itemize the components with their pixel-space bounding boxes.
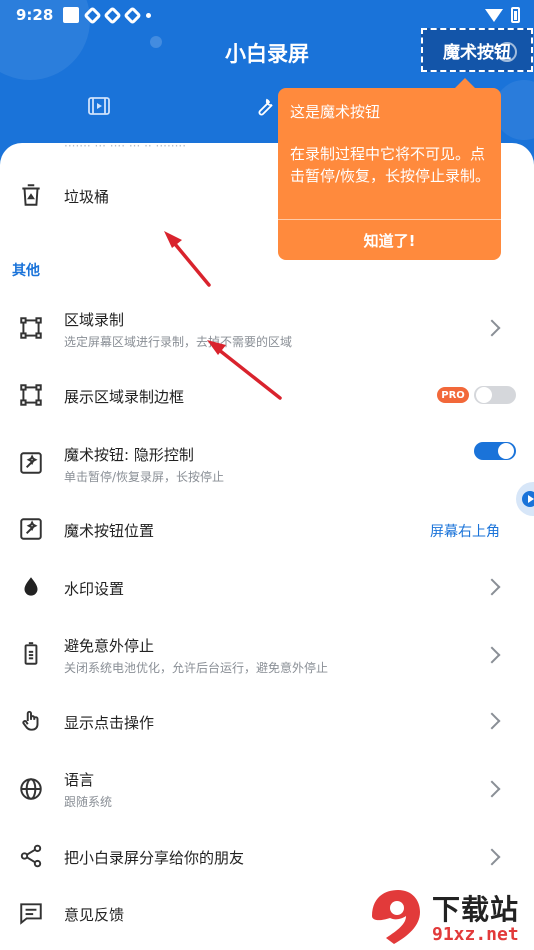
status-bar: 9:28 — [0, 0, 534, 30]
language-subtitle: 跟随系统 — [64, 795, 113, 809]
list-item-magic-invisible[interactable]: 魔术按钮: 隐形控制 单击暂停/恢复录屏，长按停止 — [0, 433, 534, 493]
chevron-right-icon — [483, 848, 501, 866]
notification-app-icon — [103, 5, 123, 25]
tooltip-body: 在录制过程中它将不可见。点击暂停/恢复，长按停止录制。 — [290, 145, 491, 185]
magic-button[interactable]: 魔术按钮 — [421, 28, 533, 72]
status-right — [485, 7, 520, 23]
trash-label: 垃圾桶 — [64, 188, 110, 206]
scrolled-item-hint: ······· ··· ···· ··· ·· ········ — [64, 143, 187, 153]
section-header-other: 其他 — [12, 263, 40, 279]
pro-badge: PRO — [437, 387, 469, 403]
list-item-show-region-border[interactable]: 展示区域录制边框 PRO — [0, 365, 534, 425]
battery-status-icon — [511, 7, 520, 23]
magic-wand-icon — [20, 518, 42, 540]
chevron-right-icon — [483, 646, 501, 664]
globe-icon — [20, 778, 42, 800]
list-item-magic-position[interactable]: 魔术按钮位置 屏幕右上角 — [0, 499, 534, 559]
list-item-language[interactable]: 语言 跟随系统 — [0, 757, 534, 821]
battery-icon — [24, 642, 38, 665]
language-label: 语言 — [64, 771, 95, 789]
trash-icon — [22, 184, 40, 206]
play-icon — [522, 491, 534, 507]
chevron-right-icon — [483, 319, 501, 337]
drop-icon — [24, 577, 38, 596]
magic-position-label: 魔术按钮位置 — [64, 522, 155, 540]
notification-app-icon — [83, 5, 103, 25]
magic-invisible-label: 魔术按钮: 隐形控制 — [64, 446, 194, 464]
show-touch-label: 显示点击操作 — [64, 714, 155, 732]
watermark-url: 91xz.net — [432, 924, 519, 945]
tab-tools-icon[interactable] — [253, 94, 277, 118]
tab-videos-icon[interactable] — [87, 94, 111, 118]
region-record-subtitle: 选定屏幕区域进行录制，去掉不需要的区域 — [64, 335, 293, 349]
chevron-right-icon — [483, 712, 501, 730]
watermark-title: 下载站 — [432, 893, 520, 926]
magic-position-value: 屏幕右上角 — [430, 524, 500, 540]
settings-list: ······· ··· ···· ··· ·· ········ 垃圾桶 其他 … — [0, 143, 534, 950]
show-region-border-label: 展示区域录制边框 — [64, 388, 185, 406]
feedback-label: 意见反馈 — [64, 906, 125, 924]
list-item-show-touch[interactable]: 显示点击操作 — [0, 691, 534, 751]
list-item-share[interactable]: 把小白录屏分享给你的朋友 — [0, 827, 534, 887]
notification-square-icon — [63, 7, 80, 23]
magic-invisible-toggle[interactable] — [474, 442, 516, 460]
status-time: 9:28 — [16, 6, 54, 24]
wifi-icon — [485, 8, 503, 22]
touch-icon — [22, 710, 39, 731]
frame-icon — [20, 384, 42, 406]
share-label: 把小白录屏分享给你的朋友 — [64, 849, 245, 867]
watermark-label: 水印设置 — [64, 580, 125, 598]
chevron-right-icon — [483, 780, 501, 798]
feedback-icon — [20, 903, 42, 925]
list-item-avoid-stop[interactable]: 避免意外停止 关闭系统电池优化，允许后台运行，避免意外停止 — [0, 621, 534, 687]
tooltip-title: 这是魔术按钮 — [290, 103, 381, 121]
list-item-region-record[interactable]: 区域录制 选定屏幕区域进行录制，去掉不需要的区域 — [0, 295, 534, 359]
more-notifications-icon — [146, 12, 152, 18]
show-region-border-toggle[interactable] — [474, 386, 516, 404]
magic-wand-icon — [20, 452, 42, 474]
crop-frame-icon — [20, 317, 42, 339]
avoid-stop-label: 避免意外停止 — [64, 637, 155, 655]
tooltip-got-it-button[interactable]: 知道了! — [278, 220, 501, 260]
share-icon — [20, 844, 42, 868]
watermark-logo-icon — [372, 890, 420, 944]
record-ring-icon — [497, 42, 517, 62]
notification-app-icon — [123, 5, 143, 25]
toggle-knob — [476, 387, 492, 403]
magic-invisible-subtitle: 单击暂停/恢复录屏，长按停止 — [64, 470, 225, 484]
magic-button-tooltip: 这是魔术按钮 在录制过程中它将不可见。点击暂停/恢复，长按停止录制。 知道了! — [278, 78, 501, 260]
list-item-watermark[interactable]: 水印设置 — [0, 557, 534, 617]
region-record-label: 区域录制 — [64, 311, 125, 329]
toggle-knob — [498, 443, 514, 459]
avoid-stop-subtitle: 关闭系统电池优化，允许后台运行，避免意外停止 — [64, 661, 329, 675]
chevron-right-icon — [483, 578, 501, 596]
site-watermark: 下载站 91xz.net — [362, 884, 534, 950]
